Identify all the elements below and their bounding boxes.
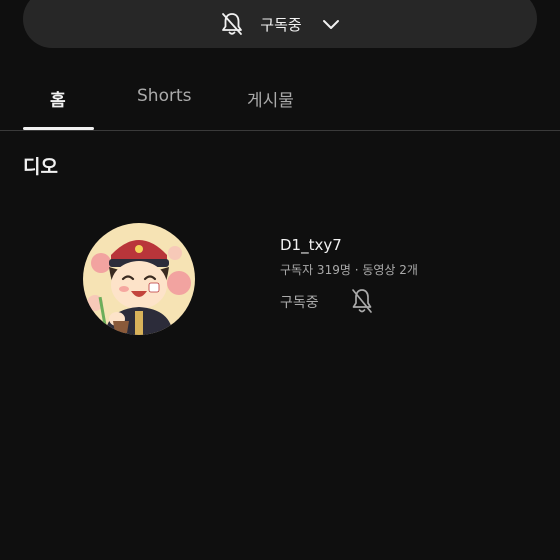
- tab-posts[interactable]: 게시물: [247, 86, 294, 111]
- channel-page: 구독중 홈 Shorts 게시물 디오 D1_txy7 구독자 319명 · 동…: [0, 0, 560, 560]
- bell-off-icon: [218, 10, 246, 38]
- section-title: 디오: [23, 156, 58, 178]
- active-tab-indicator: [23, 127, 94, 130]
- channel-name[interactable]: D1_txy7: [280, 236, 342, 254]
- channel-avatar[interactable]: [83, 223, 195, 335]
- channel-tabs: 홈 Shorts 게시물: [0, 70, 560, 131]
- subscribed-label: 구독중: [260, 15, 302, 34]
- tab-shorts[interactable]: Shorts: [137, 86, 191, 106]
- bell-off-icon[interactable]: [349, 286, 375, 316]
- subscribed-status[interactable]: 구독중: [280, 292, 319, 312]
- channel-stats: 구독자 319명 · 동영상 2개: [280, 263, 418, 277]
- chevron-down-icon: [320, 13, 342, 35]
- tab-home[interactable]: 홈: [50, 86, 66, 111]
- subscribe-dropdown-button[interactable]: 구독중: [23, 0, 537, 48]
